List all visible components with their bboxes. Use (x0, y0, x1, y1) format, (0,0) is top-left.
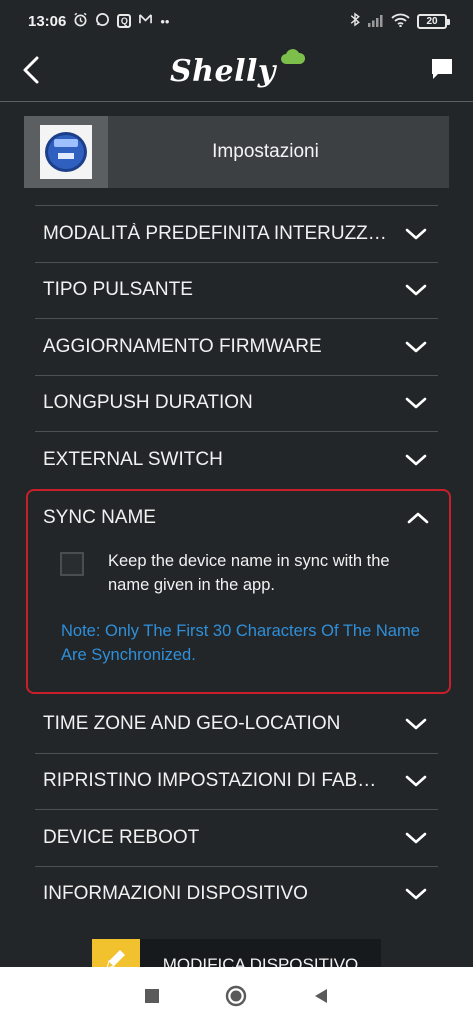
status-bar: 13:06 Q •• 20 (0, 0, 473, 42)
status-right: 20 (350, 12, 450, 30)
chevron-left-icon (23, 56, 39, 84)
sync-name-option: Keep the device name in sync with the na… (60, 549, 430, 597)
whatsapp-icon (95, 12, 110, 30)
chevron-down-icon (405, 718, 427, 730)
settings-list-lower: TIME ZONE AND GEO-LOCATION RIPRISTINO IM… (35, 696, 438, 922)
chat-button[interactable] (429, 56, 455, 82)
back-button[interactable] (14, 52, 50, 88)
device-thumbnail (24, 116, 108, 188)
home-button[interactable] (224, 984, 248, 1008)
sync-name-section: SYNC NAME Keep the device name in sync w… (26, 489, 451, 694)
sync-name-checkbox-label: Keep the device name in sync with the na… (108, 552, 390, 594)
setting-device-reboot[interactable]: DEVICE REBOOT (35, 809, 438, 866)
setting-label: INFORMAZIONI DISPOSITIVO (43, 883, 308, 905)
page-title: Impostazioni (212, 141, 319, 162)
bluetooth-icon (350, 12, 360, 30)
signal-icon (367, 13, 384, 30)
setting-device-info[interactable]: INFORMAZIONI DISPOSITIVO (35, 865, 438, 923)
setting-label: DEVICE REBOOT (43, 826, 200, 848)
chevron-down-icon (405, 284, 427, 296)
setting-label: TIME ZONE AND GEO-LOCATION (43, 713, 341, 735)
setting-factory-reset[interactable]: RIPRISTINO IMPOSTAZIONI DI FABBR… (35, 752, 438, 810)
setting-longpush-duration[interactable]: LONGPUSH DURATION (35, 374, 438, 432)
status-left: 13:06 Q •• (28, 12, 169, 30)
battery-icon: 20 (417, 13, 450, 29)
chevron-down-icon (405, 397, 427, 409)
status-time: 13:06 (28, 12, 67, 30)
setting-label: EXTERNAL SWITCH (43, 448, 223, 470)
chat-bubble-icon (432, 59, 452, 79)
chevron-down-icon (405, 228, 427, 240)
sync-name-note: Note: Only The First 30 Characters Of Th… (61, 622, 420, 664)
settings-header: Impostazioni (24, 116, 449, 188)
setting-time-zone[interactable]: TIME ZONE AND GEO-LOCATION (35, 696, 438, 753)
setting-external-switch[interactable]: EXTERNAL SWITCH (35, 431, 438, 488)
back-nav-button[interactable] (309, 984, 333, 1008)
alarm-icon (73, 12, 88, 30)
app-q-icon: Q (117, 14, 132, 28)
setting-label: TIPO PULSANTE (43, 279, 193, 301)
system-nav-bar (0, 967, 473, 1024)
setting-label: SYNC NAME (43, 507, 156, 528)
setting-sync-name[interactable]: SYNC NAME (43, 503, 440, 533)
chevron-down-icon (405, 454, 427, 466)
chevron-down-icon (405, 341, 427, 353)
chevron-up-icon (407, 512, 429, 524)
setting-label: AGGIORNAMENTO FIRMWARE (43, 335, 322, 357)
setting-label: MODALITÀ PREDEFINITA INTERUZZI… (43, 222, 388, 244)
logo-text: Shelly (170, 54, 276, 89)
settings-list: MODALITÀ PREDEFINITA INTERUZZI… TIPO PUL… (35, 205, 438, 488)
recents-square-icon (145, 988, 160, 1003)
recents-button[interactable] (140, 984, 164, 1008)
chevron-down-icon (405, 832, 427, 844)
setting-firmware-update[interactable]: AGGIORNAMENTO FIRMWARE (35, 318, 438, 375)
setting-default-switch-mode[interactable]: MODALITÀ PREDEFINITA INTERUZZI… (35, 205, 438, 262)
chevron-down-icon (405, 888, 427, 900)
chevron-down-icon (405, 775, 427, 787)
home-circle-icon (226, 985, 247, 1006)
more-dots-icon: •• (160, 13, 170, 29)
back-triangle-icon (314, 988, 327, 1003)
cloud-icon (281, 49, 306, 64)
device-image (40, 125, 92, 179)
app-bar: Shelly (0, 42, 473, 102)
shelly-logo: Shelly (170, 49, 306, 92)
device-module-icon (45, 132, 87, 172)
setting-button-type[interactable]: TIPO PULSANTE (35, 261, 438, 319)
wifi-icon (391, 13, 410, 30)
sync-name-checkbox[interactable] (60, 552, 84, 576)
setting-label: LONGPUSH DURATION (43, 392, 253, 414)
mail-icon (138, 13, 153, 29)
setting-label: RIPRISTINO IMPOSTAZIONI DI FABBR… (43, 770, 388, 792)
